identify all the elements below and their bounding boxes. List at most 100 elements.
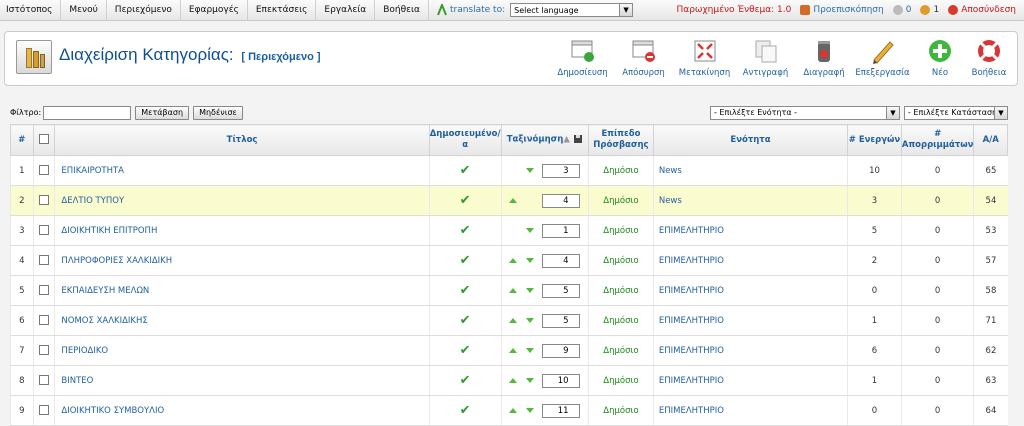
row-access-link[interactable]: Δημόσιο: [588, 365, 654, 396]
order-input[interactable]: 1: [541, 224, 580, 238]
table-row[interactable]: 8 ΒΙΝΤΕΟ ✔ 10 Δημόσιο ΕΠΙΜΕΛΗΤΗΡΙΟ 1 0 63: [10, 365, 1008, 396]
move-down-icon[interactable]: [525, 168, 534, 173]
menu-item-menus[interactable]: Μενού: [61, 0, 107, 21]
move-down-icon[interactable]: [525, 228, 534, 233]
row-section-link[interactable]: ΕΠΙΜΕΛΗΤΗΡΙΟ: [652, 335, 848, 366]
row-access-link[interactable]: Δημόσιο: [588, 245, 654, 276]
table-row[interactable]: 4 ΠΛΗΡΟΦΟΡΙΕΣ ΧΑΛΚΙΔΙΚΗ ✔ 4 Δημόσιο ΕΠΙΜΕΛΗΤΗ…: [10, 245, 1008, 276]
move-up-icon[interactable]: [508, 198, 517, 203]
row-access-link[interactable]: Δημόσιο: [588, 275, 654, 306]
row-access-link[interactable]: Δημόσιο: [588, 155, 654, 186]
published-check-icon[interactable]: ✔: [460, 373, 471, 388]
new-button[interactable]: Νέο: [913, 38, 967, 78]
row-title-link[interactable]: ΔΕΛΤΙΟ ΤΥΠΟΥ: [54, 185, 430, 216]
order-input[interactable]: 11: [541, 404, 580, 418]
published-check-icon[interactable]: ✔: [460, 163, 471, 178]
select-all-checkbox[interactable]: [39, 134, 50, 145]
menu-item-tools[interactable]: Εργαλεία: [316, 0, 376, 21]
row-section-link[interactable]: ΕΠΙΜΕΛΗΤΗΡΙΟ: [652, 245, 848, 276]
reset-button[interactable]: Μηδένισε: [193, 105, 243, 120]
table-row[interactable]: 7 ΠΕΡΙΟΔΙΚΟ ✔ 9 Δημόσιο ΕΠΙΜΕΛΗΤΗΡΙΟ 6 0 62: [10, 335, 1008, 366]
row-section-link[interactable]: ΕΠΙΜΕΛΗΤΗΡΙΟ: [652, 305, 848, 336]
row-section-link[interactable]: News: [652, 185, 848, 216]
row-section-link[interactable]: News: [652, 155, 848, 186]
filter-input[interactable]: [43, 105, 132, 120]
section-select[interactable]: - Επιλέξτε Ενότητα - ▼: [710, 105, 900, 120]
move-down-icon[interactable]: [525, 288, 534, 293]
move-up-icon[interactable]: [508, 408, 517, 413]
order-input[interactable]: 4: [541, 254, 580, 268]
row-access-link[interactable]: Δημόσιο: [588, 305, 654, 336]
state-select[interactable]: - Επιλέξτε Κατάσταση - ▼: [904, 105, 1008, 120]
move-up-icon[interactable]: [508, 258, 517, 263]
order-input[interactable]: 9: [541, 344, 580, 358]
row-title-link[interactable]: ΠΕΡΙΟΔΙΚΟ: [54, 335, 430, 366]
header-id[interactable]: Α/Α: [973, 124, 1008, 156]
header-ordering[interactable]: Ταξινόμηση▲: [500, 124, 590, 156]
move-up-icon[interactable]: [508, 378, 517, 383]
row-title-link[interactable]: ΕΠΙΚΑΙΡΟΤΗΤΑ: [54, 155, 430, 186]
row-checkbox[interactable]: [39, 405, 50, 416]
row-checkbox[interactable]: [39, 315, 50, 326]
move-button[interactable]: Μετακίνηση: [674, 38, 735, 78]
language-select[interactable]: Select language ▼: [510, 3, 634, 17]
go-button[interactable]: Μετάβαση: [135, 105, 190, 120]
row-access-link[interactable]: Δημόσιο: [588, 335, 654, 366]
row-title-link[interactable]: ΠΛΗΡΟΦΟΡΙΕΣ ΧΑΛΚΙΔΙΚΗ: [54, 245, 430, 276]
users-link[interactable]: 1: [920, 5, 939, 15]
row-checkbox[interactable]: [39, 285, 50, 296]
table-row[interactable]: 1 ΕΠΙΚΑΙΡΟΤΗΤΑ ✔ 3 Δημόσιο News 10 0 65: [10, 155, 1008, 186]
row-checkbox[interactable]: [39, 195, 50, 206]
table-row[interactable]: 9 ΔΙΟΙΚΗΤΙΚΟ ΣΥΜΒΟΥΛΙΟ ✔ 11 Δημόσιο ΕΠΙΜΕΛΗΤΗ…: [10, 395, 1008, 426]
row-section-link[interactable]: ΕΠΙΜΕΛΗΤΗΡΙΟ: [652, 365, 848, 396]
move-up-icon[interactable]: [508, 348, 517, 353]
row-checkbox[interactable]: [39, 225, 50, 236]
row-checkbox[interactable]: [39, 255, 50, 266]
order-input[interactable]: 3: [541, 164, 580, 178]
row-title-link[interactable]: ΒΙΝΤΕΟ: [54, 365, 430, 396]
row-section-link[interactable]: ΕΠΙΜΕΛΗΤΗΡΙΟ: [652, 395, 848, 426]
move-down-icon[interactable]: [525, 408, 534, 413]
preview-link[interactable]: Προεπισκόπηση: [800, 5, 884, 15]
menu-item-help[interactable]: Βοήθεια: [375, 0, 429, 21]
move-down-icon[interactable]: [525, 348, 534, 353]
move-up-icon[interactable]: [508, 288, 517, 293]
row-checkbox[interactable]: [39, 165, 50, 176]
publish-button[interactable]: Δημοσίευση: [552, 38, 613, 78]
move-up-icon[interactable]: [508, 318, 517, 323]
published-check-icon[interactable]: ✔: [460, 253, 471, 268]
copy-button[interactable]: Αντιγραφή: [735, 38, 796, 78]
move-down-icon[interactable]: [525, 258, 534, 263]
menu-item-components[interactable]: Εφαρμογές: [181, 0, 248, 21]
edit-button[interactable]: Επεξεργασία: [852, 38, 913, 78]
help-button[interactable]: Βοήθεια: [967, 38, 1011, 78]
row-checkbox[interactable]: [39, 345, 50, 356]
header-published[interactable]: Δημοσιευμένο/α: [428, 124, 502, 156]
menu-item-site[interactable]: Ιστότοπος: [0, 0, 62, 21]
header-access[interactable]: Επίπεδο Πρόσβασης: [588, 124, 654, 156]
table-row[interactable]: 6 ΝΟΜΟΣ ΧΑΛΚΙΔΙΚΗΣ ✔ 5 Δημόσιο ΕΠΙΜΕΛΗΤΗΡΙΟ 1 0…: [10, 305, 1008, 336]
order-input[interactable]: 4: [541, 194, 580, 208]
order-input[interactable]: 10: [541, 374, 580, 388]
table-row[interactable]: 5 ΕΚΠΑΙΔΕΥΣΗ ΜΕΛΩΝ ✔ 5 Δημόσιο ΕΠΙΜΕΛΗΤΗΡΙΟ 0 0…: [10, 275, 1008, 306]
published-check-icon[interactable]: ✔: [460, 283, 471, 298]
header-section[interactable]: Ενότητα: [652, 124, 849, 156]
menu-item-extensions[interactable]: Επεκτάσεις: [248, 0, 317, 21]
row-title-link[interactable]: ΝΟΜΟΣ ΧΑΛΚΙΔΙΚΗΣ: [54, 305, 430, 336]
row-title-link[interactable]: ΕΚΠΑΙΔΕΥΣΗ ΜΕΛΩΝ: [54, 275, 430, 306]
move-down-icon[interactable]: [525, 378, 534, 383]
published-check-icon[interactable]: ✔: [460, 223, 471, 238]
order-input[interactable]: 5: [541, 284, 580, 298]
header-title[interactable]: Τίτλος: [54, 124, 430, 156]
row-access-link[interactable]: Δημόσιο: [588, 185, 654, 216]
move-down-icon[interactable]: [525, 318, 534, 323]
row-section-link[interactable]: ΕΠΙΜΕΛΗΤΗΡΙΟ: [652, 275, 848, 306]
published-check-icon[interactable]: ✔: [460, 403, 471, 418]
row-title-link[interactable]: ΔΙΟΙΚΗΤΙΚΟ ΣΥΜΒΟΥΛΙΟ: [54, 395, 430, 426]
row-access-link[interactable]: Δημόσιο: [588, 215, 654, 246]
unpublish-button[interactable]: Απόσυρση: [613, 38, 674, 78]
order-input[interactable]: 5: [541, 314, 580, 328]
menu-item-content[interactable]: Περιεχόμενο: [107, 0, 181, 21]
logout-link[interactable]: Αποσύνδεση: [948, 5, 1016, 15]
row-title-link[interactable]: ΔΙΟΙΚΗΤΙΚΗ ΕΠΙΤΡΟΠΗ: [54, 215, 430, 246]
